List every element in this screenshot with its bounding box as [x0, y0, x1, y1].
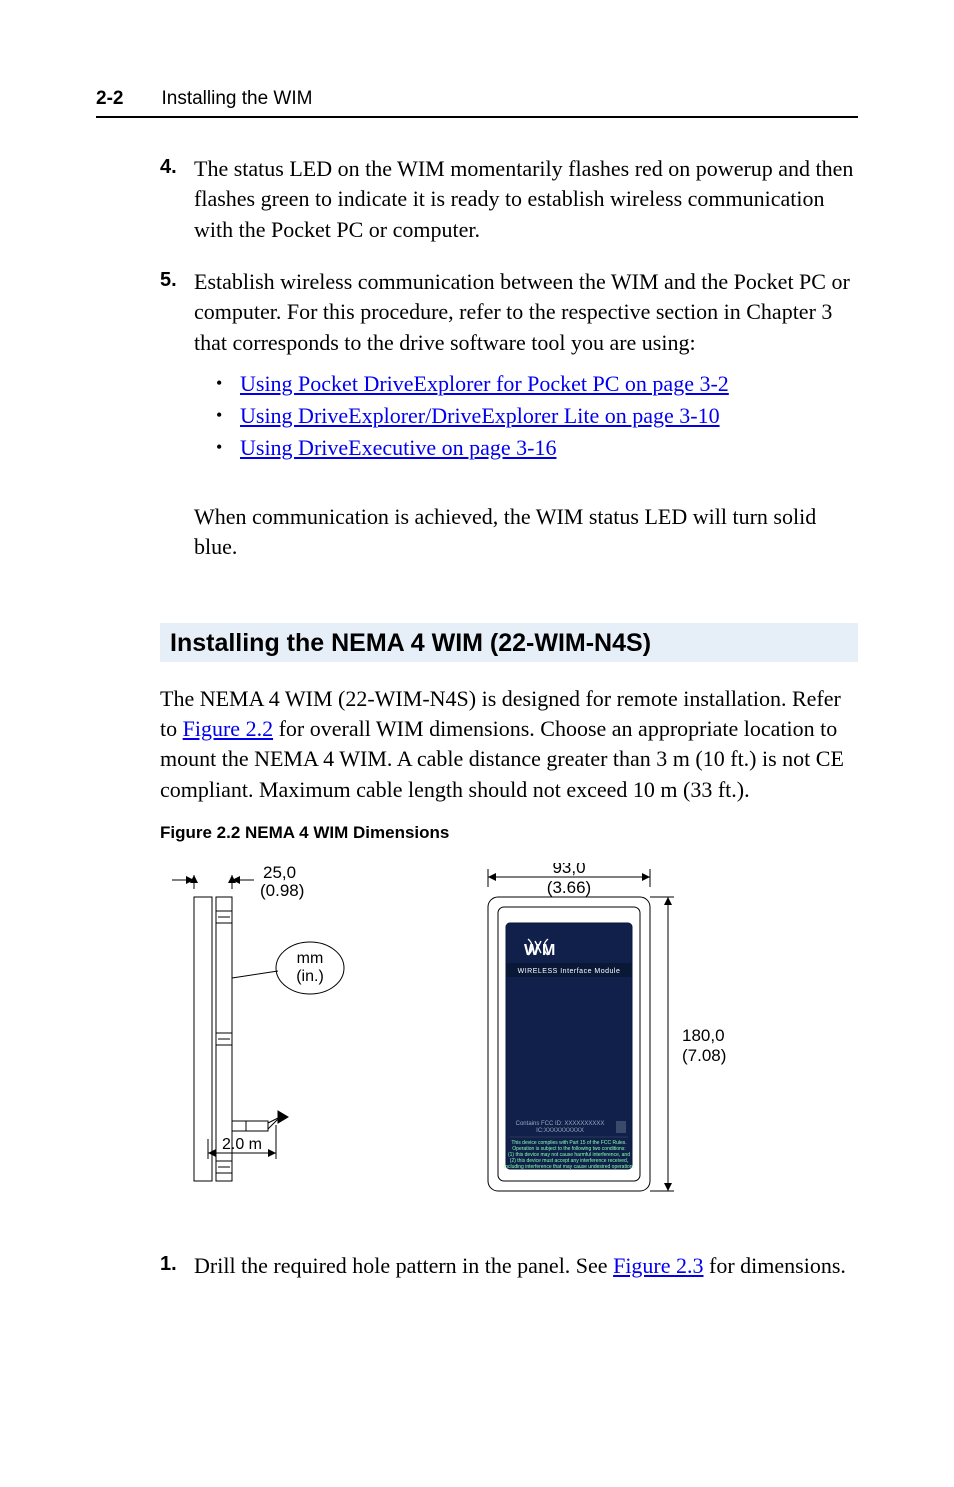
figure-2-2: 25,0 (0.98) mm (in.): [160, 863, 858, 1203]
dim-height-in: (7.08): [682, 1046, 726, 1065]
step-5: 5. Establish wireless communication betw…: [160, 267, 858, 480]
figure-caption: Figure 2.2 NEMA 4 WIM Dimensions: [160, 823, 858, 843]
dim-front-width-mm: 93,0: [552, 863, 585, 877]
dim-front-width-in: (3.66): [547, 878, 591, 897]
step-5-text: Establish wireless communication between…: [194, 269, 850, 355]
dim-width-in: (0.98): [260, 881, 304, 900]
link-driveexecutive[interactable]: Using DriveExecutive on page 3-16: [240, 435, 556, 460]
link-figure-2-3[interactable]: Figure 2.3: [613, 1253, 703, 1278]
unit-in: (in.): [296, 968, 324, 985]
page-number: 2-2: [96, 88, 123, 110]
step-1-text-a: Drill the required hole pattern in the p…: [194, 1253, 613, 1278]
step-number: 4.: [160, 154, 194, 245]
section-paragraph: The NEMA 4 WIM (22-WIM-N4S) is designed …: [160, 684, 858, 805]
unit-mm: mm: [297, 950, 324, 967]
link-pocket-driveexplorer[interactable]: Using Pocket DriveExplorer for Pocket PC…: [240, 371, 729, 396]
header-title: Installing the WIM: [161, 88, 312, 110]
step-5-after: When communication is achieved, the WIM …: [194, 502, 858, 563]
diagram-side-view: 25,0 (0.98) mm (in.): [160, 863, 390, 1193]
step-4: 4. The status LED on the WIM momentarily…: [160, 154, 858, 245]
bullet-item: Using DriveExecutive on page 3-16: [216, 432, 858, 464]
fcc-line-1: Contains FCC ID: XXXXXXXXXX: [516, 1121, 605, 1127]
barcode-icon: [616, 1121, 626, 1133]
page-header: 2-2 Installing the WIM: [96, 88, 858, 118]
step-number: 5.: [160, 267, 194, 480]
bullet-item: Using DriveExplorer/DriveExplorer Lite o…: [216, 400, 858, 432]
step-5-links: Using Pocket DriveExplorer for Pocket PC…: [216, 368, 858, 464]
dim-height-mm: 180,0: [682, 1026, 725, 1045]
diagram-front-view: 93,0 (3.66) W M WIRELESS Interface Modul…: [450, 863, 790, 1203]
step-number: 1.: [160, 1251, 194, 1281]
step-body: The status LED on the WIM momentarily fl…: [194, 154, 858, 245]
install-steps: 1. Drill the required hole pattern in th…: [160, 1251, 858, 1281]
step-1: 1. Drill the required hole pattern in th…: [160, 1251, 858, 1281]
fcc-line-2: IC:XXXXXXXXXX: [536, 1128, 584, 1134]
step-1-text-b: for dimensions.: [704, 1253, 846, 1278]
label-band: WIRELESS Interface Module: [518, 968, 621, 975]
cable-length: 2.0 m: [222, 1136, 262, 1153]
link-figure-2-2[interactable]: Figure 2.2: [183, 716, 273, 741]
dim-width-mm: 25,0: [263, 863, 296, 882]
section-heading: Installing the NEMA 4 WIM (22-WIM-N4S): [160, 623, 858, 662]
instruction-list: 4. The status LED on the WIM momentarily…: [160, 154, 858, 480]
bullet-item: Using Pocket DriveExplorer for Pocket PC…: [216, 368, 858, 400]
step-body: Drill the required hole pattern in the p…: [194, 1251, 858, 1281]
notice-line-5: including interference that may cause un…: [504, 1164, 634, 1170]
link-driveexplorer-lite[interactable]: Using DriveExplorer/DriveExplorer Lite o…: [240, 403, 720, 428]
step-body: Establish wireless communication between…: [194, 267, 858, 480]
